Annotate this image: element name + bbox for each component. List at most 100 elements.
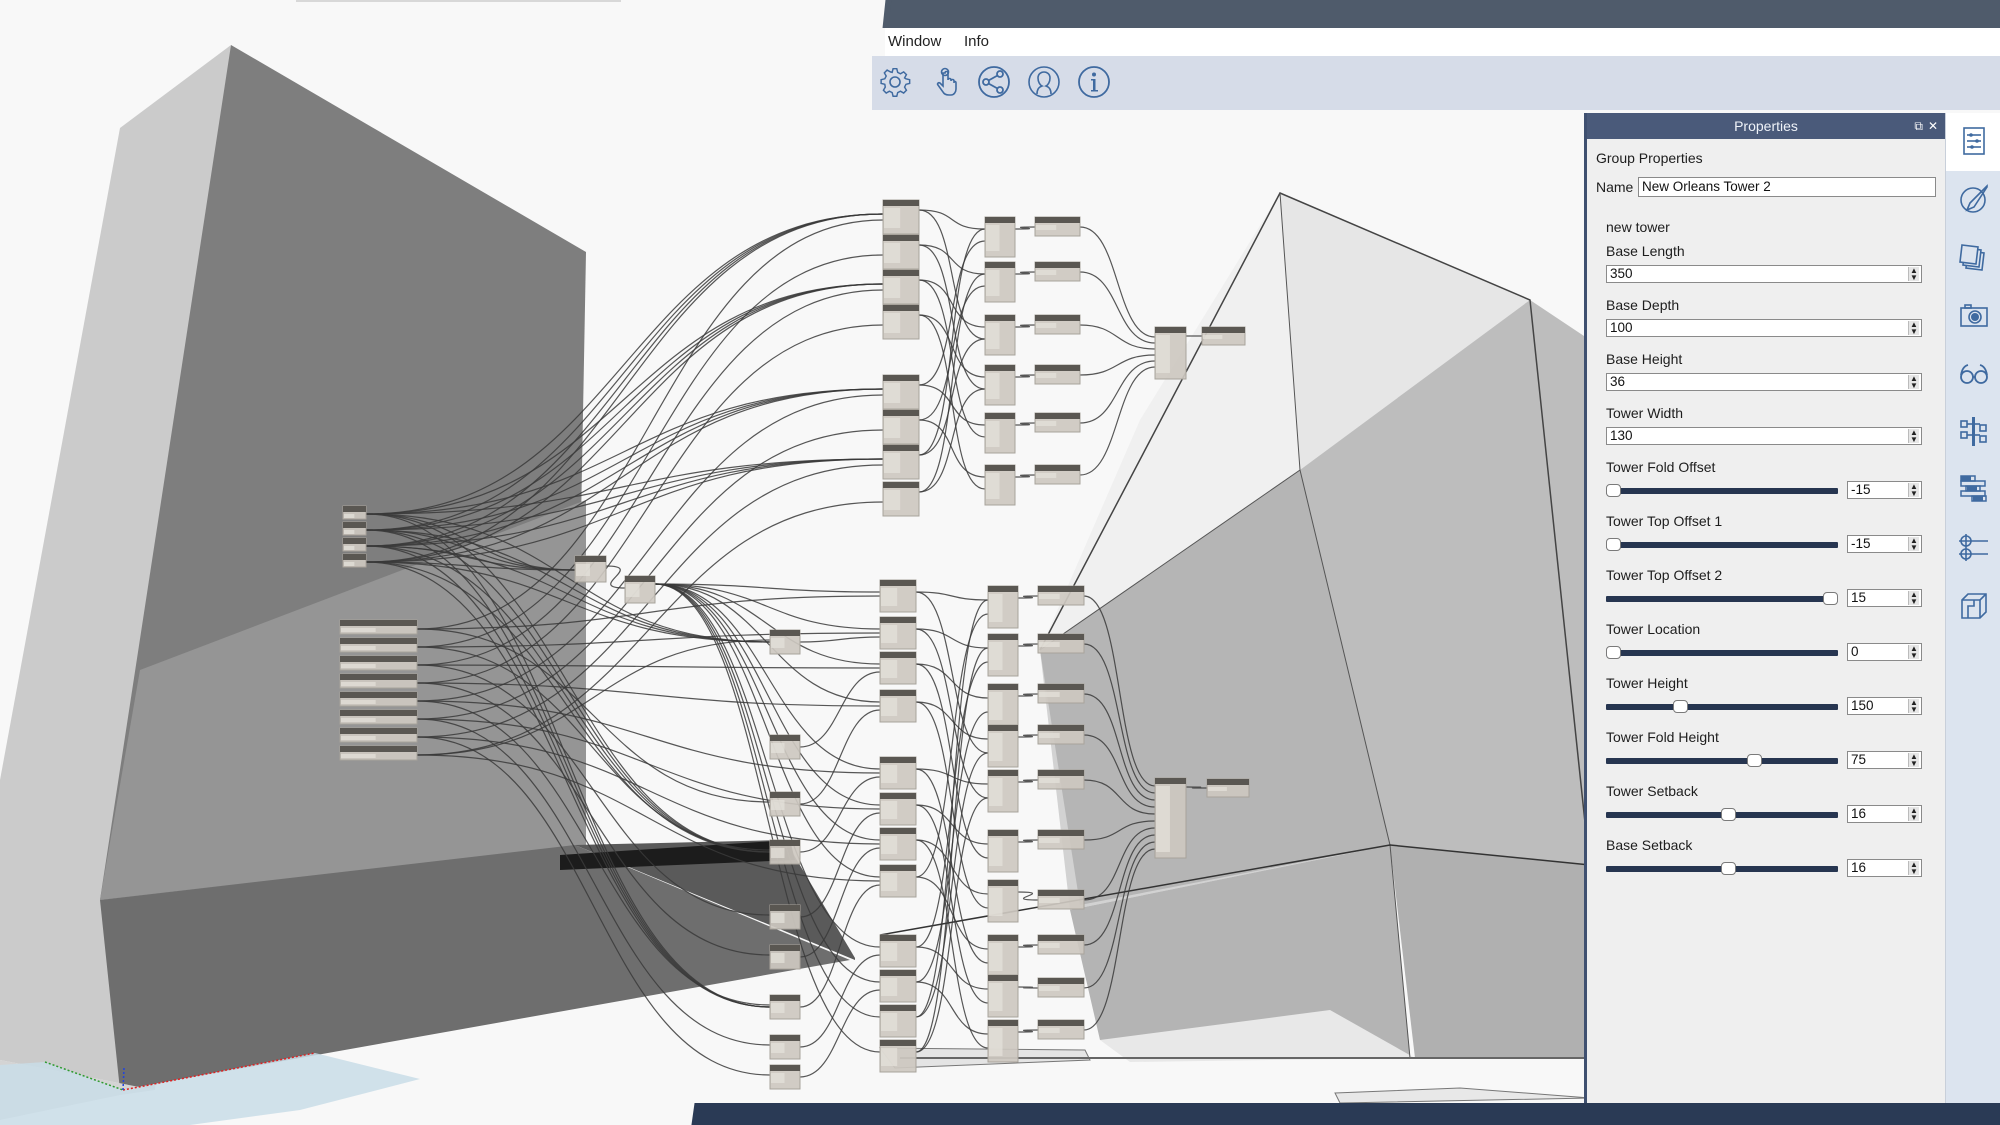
slider-thumb[interactable]	[1673, 700, 1689, 713]
graph-node[interactable]	[1034, 464, 1081, 485]
number-input[interactable]: 36 ▲ ▼	[1606, 373, 1922, 391]
spinner-arrows-icon[interactable]: ▲ ▼	[1908, 861, 1919, 876]
graph-node[interactable]	[1037, 977, 1085, 998]
graph-node[interactable]	[879, 969, 917, 1003]
slider-value-input[interactable]: 16 ▲ ▼	[1847, 859, 1922, 877]
graph-node[interactable]	[879, 651, 917, 685]
slider-value-input[interactable]: -15 ▲ ▼	[1847, 481, 1922, 499]
window-titlebar[interactable]: – ❐ ✕	[887, 0, 2000, 28]
number-slider-node[interactable]	[339, 619, 418, 635]
code-block-node[interactable]	[624, 575, 656, 604]
menu-window[interactable]: Window	[888, 33, 941, 50]
graph-node[interactable]	[1034, 216, 1081, 237]
graph-node[interactable]	[1037, 769, 1085, 790]
graph-node[interactable]	[1037, 934, 1085, 955]
graph-node[interactable]	[879, 864, 917, 898]
spinner-arrows-icon[interactable]: ▲ ▼	[1908, 807, 1919, 822]
list-create-node[interactable]	[1154, 326, 1187, 380]
graph-node[interactable]	[879, 616, 917, 650]
graph-node[interactable]	[879, 756, 917, 790]
value-slider[interactable]	[1606, 862, 1838, 875]
slider-value-input[interactable]: 75 ▲ ▼	[1847, 751, 1922, 769]
number-slider-node[interactable]	[339, 655, 418, 671]
slider-thumb[interactable]	[1721, 862, 1736, 875]
graph-node[interactable]	[987, 769, 1019, 813]
graph-node[interactable]	[987, 829, 1019, 873]
number-slider-node[interactable]	[339, 745, 418, 761]
input-node[interactable]	[342, 521, 367, 536]
value-slider[interactable]	[1606, 754, 1838, 767]
close-panel-button[interactable]: ✕	[1928, 113, 1938, 139]
sidebar-camera[interactable]	[1946, 287, 2000, 345]
output-node[interactable]	[1206, 778, 1250, 798]
float-panel-button[interactable]: ⧉	[1914, 113, 1923, 139]
sidebar-groups[interactable]	[1946, 461, 2000, 519]
value-slider[interactable]	[1606, 484, 1838, 497]
number-slider-node[interactable]	[339, 673, 418, 689]
graph-node[interactable]	[987, 633, 1019, 677]
value-slider[interactable]	[1606, 808, 1838, 821]
graph-node[interactable]	[769, 994, 801, 1020]
graph-node[interactable]	[879, 1039, 917, 1073]
graph-node[interactable]	[882, 199, 920, 235]
slider-value-input[interactable]: 16 ▲ ▼	[1847, 805, 1922, 823]
spinner-arrows-icon[interactable]: ▲ ▼	[1908, 429, 1919, 444]
graph-node[interactable]	[882, 481, 920, 517]
value-slider[interactable]	[1606, 538, 1838, 551]
share-icon[interactable]	[977, 65, 1011, 99]
input-node[interactable]	[342, 505, 367, 520]
graph-node[interactable]	[1037, 683, 1085, 704]
graph-node[interactable]	[987, 724, 1019, 768]
value-slider[interactable]	[1606, 700, 1838, 713]
graph-node[interactable]	[769, 734, 801, 760]
graph-node[interactable]	[769, 629, 801, 655]
input-node[interactable]	[342, 553, 367, 568]
slider-thumb[interactable]	[1606, 646, 1621, 659]
value-slider[interactable]	[1606, 646, 1838, 659]
group-name-input[interactable]: New Orleans Tower 2	[1638, 177, 1936, 197]
graph-node[interactable]	[987, 585, 1019, 629]
input-node[interactable]	[342, 537, 367, 552]
graph-node[interactable]	[882, 269, 920, 305]
graph-node[interactable]	[879, 827, 917, 861]
graph-node[interactable]	[1037, 724, 1085, 745]
slider-value-input[interactable]: 15 ▲ ▼	[1847, 589, 1922, 607]
sidebar-appearance[interactable]	[1946, 171, 2000, 229]
touch-hand-icon[interactable]	[928, 65, 962, 99]
graph-node[interactable]	[879, 689, 917, 723]
number-input[interactable]: 100 ▲ ▼	[1606, 319, 1922, 337]
menu-info[interactable]: Info	[964, 33, 989, 50]
graph-node[interactable]	[984, 364, 1016, 406]
spinner-arrows-icon[interactable]: ▲ ▼	[1908, 267, 1919, 282]
graph-node[interactable]	[987, 879, 1019, 923]
graph-node[interactable]	[1034, 314, 1081, 335]
graph-node[interactable]	[879, 792, 917, 826]
slider-value-input[interactable]: 0 ▲ ▼	[1847, 643, 1922, 661]
graph-node[interactable]	[984, 412, 1016, 454]
graph-node[interactable]	[1034, 261, 1081, 282]
user-profile-icon[interactable]	[1027, 65, 1061, 99]
slider-thumb[interactable]	[1747, 754, 1763, 767]
graph-node[interactable]	[1034, 364, 1081, 385]
number-slider-node[interactable]	[339, 691, 418, 707]
slider-value-input[interactable]: -15 ▲ ▼	[1847, 535, 1922, 553]
slider-value-input[interactable]: 150 ▲ ▼	[1847, 697, 1922, 715]
graph-node[interactable]	[984, 261, 1016, 303]
sidebar-solid[interactable]	[1946, 577, 2000, 635]
number-slider-node[interactable]	[339, 637, 418, 653]
spinner-arrows-icon[interactable]: ▲ ▼	[1908, 483, 1919, 498]
graph-node[interactable]	[882, 304, 920, 340]
slider-thumb[interactable]	[1721, 808, 1736, 821]
graph-node[interactable]	[769, 791, 801, 817]
slider-thumb[interactable]	[1823, 592, 1838, 605]
graph-node[interactable]	[879, 934, 917, 968]
graph-node[interactable]	[769, 839, 801, 865]
info-icon[interactable]	[1077, 65, 1111, 99]
graph-node[interactable]	[882, 409, 920, 445]
graph-node[interactable]	[1037, 633, 1085, 654]
sidebar-layers[interactable]	[1946, 229, 2000, 287]
sidebar-view[interactable]	[1946, 345, 2000, 403]
graph-node[interactable]	[769, 904, 801, 930]
graph-node[interactable]	[1037, 585, 1085, 606]
graph-node[interactable]	[987, 683, 1019, 727]
